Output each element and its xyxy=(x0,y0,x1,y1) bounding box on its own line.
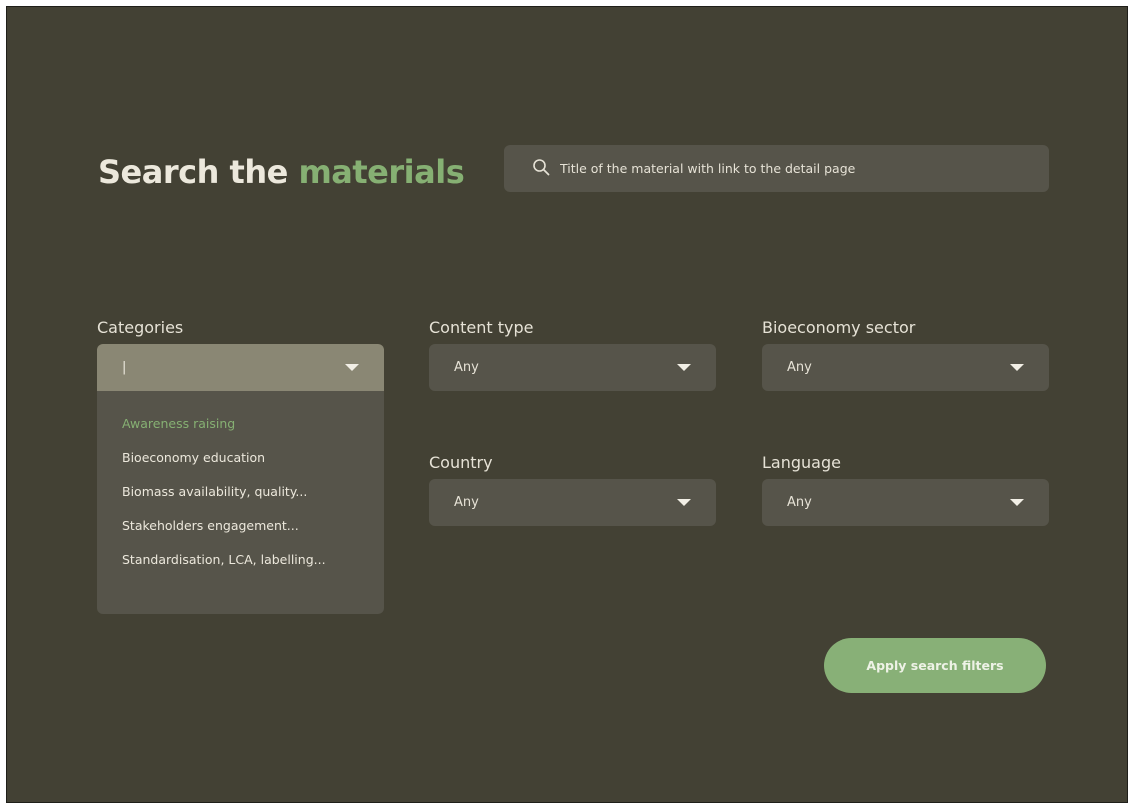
language-label: Language xyxy=(762,453,841,472)
page-title-main: Search the xyxy=(98,153,299,191)
content-type-select-value: Any xyxy=(454,360,479,375)
country-label: Country xyxy=(429,453,493,472)
chevron-down-icon xyxy=(345,364,359,371)
dropdown-option[interactable]: Bioeconomy education xyxy=(97,449,384,483)
content-type-label: Content type xyxy=(429,318,534,337)
categories-select-value: | xyxy=(122,360,127,375)
chevron-down-icon xyxy=(677,499,691,506)
chevron-down-icon xyxy=(1010,499,1024,506)
country-select[interactable]: Any xyxy=(429,479,716,526)
page-title: Search the materials xyxy=(98,153,465,191)
dropdown-option[interactable]: Biomass availability, quality... xyxy=(97,483,384,517)
bioeconomy-sector-select-value: Any xyxy=(787,360,812,375)
categories-label: Categories xyxy=(97,318,184,337)
dropdown-option[interactable]: Standardisation, LCA, labelling... xyxy=(97,551,384,585)
dropdown-option[interactable]: Awareness raising xyxy=(97,415,384,449)
country-select-value: Any xyxy=(454,495,479,510)
dropdown-option[interactable]: Stakeholders engagement... xyxy=(97,517,384,551)
page-frame: Search the materials Categories | Awaren… xyxy=(6,6,1128,803)
chevron-down-icon xyxy=(677,364,691,371)
bioeconomy-sector-label: Bioeconomy sector xyxy=(762,318,916,337)
search-input[interactable] xyxy=(560,161,1020,176)
language-select[interactable]: Any xyxy=(762,479,1049,526)
content-type-select[interactable]: Any xyxy=(429,344,716,391)
chevron-down-icon xyxy=(1010,364,1024,371)
apply-filters-button[interactable]: Apply search filters xyxy=(824,638,1046,693)
categories-select[interactable]: | xyxy=(97,344,384,391)
language-select-value: Any xyxy=(787,495,812,510)
bioeconomy-sector-select[interactable]: Any xyxy=(762,344,1049,391)
categories-dropdown: Awareness raising Bioeconomy education B… xyxy=(97,391,384,614)
search-bar[interactable] xyxy=(504,145,1049,192)
search-icon xyxy=(532,158,550,180)
page-title-accent: materials xyxy=(298,153,465,191)
